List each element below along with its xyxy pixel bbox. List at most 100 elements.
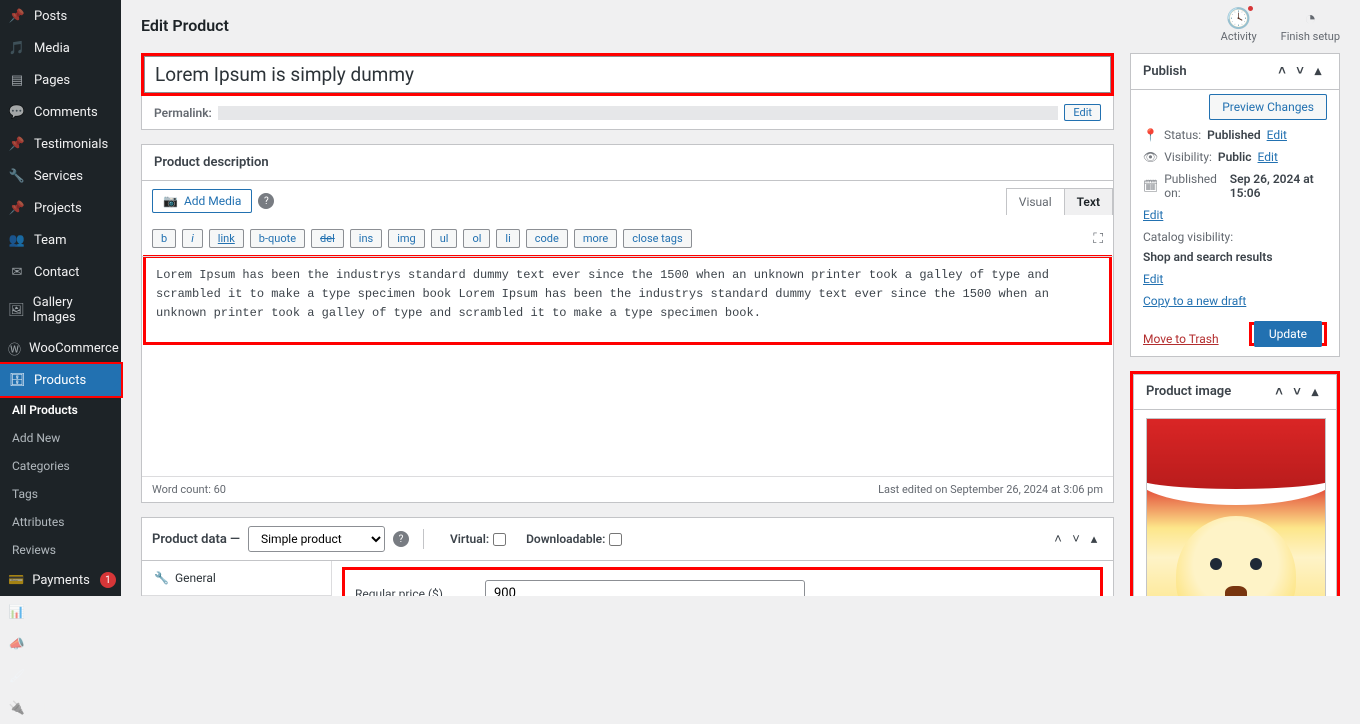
brush-icon: 🖌	[8, 667, 26, 685]
payments-badge: 1	[100, 572, 116, 588]
ul-button[interactable]: ul	[431, 229, 458, 248]
link-button[interactable]: link	[209, 229, 244, 248]
sidebar-item-services[interactable]: 🔧Services	[0, 160, 121, 192]
main-content: Edit Product 🕓Activity ◔Finish setup Per…	[121, 0, 1360, 596]
product-title-input[interactable]	[144, 56, 1111, 93]
sidebar-item-contact[interactable]: ✉Contact	[0, 256, 121, 288]
admin-sidebar: 📌Posts 🎵Media ▤Pages 💬Comments 📌Testimon…	[0, 0, 121, 596]
li-button[interactable]: li	[496, 229, 519, 248]
virtual-checkbox[interactable]	[493, 533, 506, 546]
published-on-edit-link[interactable]: Edit	[1143, 208, 1163, 222]
product-description-box: Product description 📷Add Media ? Visual …	[141, 144, 1114, 503]
comment-icon: 💬	[8, 103, 26, 121]
bquote-button[interactable]: b-quote	[250, 229, 305, 248]
fullscreen-icon[interactable]: ⛶	[1093, 231, 1103, 247]
help-icon[interactable]: ?	[258, 193, 274, 209]
chevron-down-icon[interactable]: ˅	[1288, 383, 1306, 401]
sidebar-item-tags[interactable]: Tags	[0, 480, 121, 508]
visual-tab[interactable]: Visual	[1006, 188, 1065, 215]
visibility-edit-link[interactable]: Edit	[1258, 150, 1278, 164]
triangle-icon[interactable]: ▴	[1309, 63, 1327, 81]
text-tab[interactable]: Text	[1065, 188, 1113, 215]
catalog-edit-link[interactable]: Edit	[1143, 272, 1163, 286]
product-image-panel: Product image ˄˅▴ ? Click the image to e…	[1133, 374, 1337, 597]
product-image-thumbnail[interactable]	[1146, 418, 1326, 596]
italic-button[interactable]: i	[182, 229, 203, 248]
camera-icon: 📷	[163, 194, 178, 208]
publish-panel: Publish ˄˅▴ Preview Changes 📍Status: Pub…	[1130, 53, 1340, 357]
downloadable-label: Downloadable:	[526, 532, 605, 546]
sidebar-item-pages[interactable]: ▤Pages	[0, 64, 121, 96]
sidebar-item-attributes[interactable]: Attributes	[0, 508, 121, 536]
preview-changes-button[interactable]: Preview Changes	[1209, 94, 1327, 120]
move-to-trash-link[interactable]: Move to Trash	[1143, 332, 1219, 346]
card-icon: 💳	[8, 571, 24, 589]
sidebar-item-all-products[interactable]: All Products	[0, 396, 121, 424]
general-tab[interactable]: 🔧General	[142, 561, 331, 596]
permalink-label: Permalink:	[154, 106, 212, 120]
calendar-icon: 🗓	[1143, 179, 1158, 193]
archive-icon: 🗄	[8, 371, 26, 389]
sidebar-item-projects[interactable]: 📌Projects	[0, 192, 121, 224]
close-tags-button[interactable]: close tags	[623, 229, 691, 248]
sidebar-item-testimonials[interactable]: 📌Testimonials	[0, 128, 121, 160]
sidebar-item-products[interactable]: 🗄Products	[0, 364, 121, 396]
sidebar-item-posts[interactable]: 📌Posts	[0, 0, 121, 32]
bold-button[interactable]: b	[152, 229, 176, 248]
del-button[interactable]: del	[311, 229, 344, 248]
chart-icon: 📊	[8, 603, 26, 621]
word-count: Word count: 60	[152, 483, 226, 496]
key-icon: 📍	[1143, 128, 1158, 142]
product-type-select[interactable]: Simple product	[248, 526, 385, 552]
img-button[interactable]: img	[388, 229, 425, 248]
sidebar-item-gallery[interactable]: 🖼Gallery Images	[0, 288, 121, 332]
regular-price-label: Regular price ($)	[355, 587, 445, 597]
sidebar-item-analytics[interactable]: 📊Analytics	[0, 596, 121, 628]
description-textarea[interactable]: Lorem Ipsum has been the industrys stand…	[146, 258, 1109, 338]
sidebar-item-reviews[interactable]: Reviews	[0, 536, 121, 564]
activity-icon: 🕓	[1221, 8, 1257, 28]
permalink-edit-button[interactable]: Edit	[1064, 104, 1101, 121]
code-button[interactable]: code	[526, 229, 568, 248]
update-button[interactable]: Update	[1254, 321, 1322, 347]
sidebar-item-woocommerce[interactable]: ⓌWooCommerce	[0, 332, 121, 364]
image-icon: 🖼	[8, 301, 25, 319]
pin-icon: 📌	[8, 7, 26, 25]
ins-button[interactable]: ins	[350, 229, 382, 248]
mail-icon: ✉	[8, 263, 26, 281]
sidebar-item-categories[interactable]: Categories	[0, 452, 121, 480]
product-data-box: Product data — Simple product ? Virtual:…	[141, 517, 1114, 596]
triangle-icon[interactable]: ▴	[1085, 530, 1103, 548]
chevron-down-icon[interactable]: ˅	[1291, 62, 1309, 80]
publish-heading: Publish	[1143, 64, 1187, 79]
chevron-up-icon[interactable]: ˄	[1049, 530, 1067, 548]
sidebar-item-plugins[interactable]: 🔌Plugins	[0, 692, 121, 724]
chevron-up-icon[interactable]: ˄	[1270, 383, 1288, 401]
copy-draft-link[interactable]: Copy to a new draft	[1143, 294, 1246, 308]
sidebar-item-media[interactable]: 🎵Media	[0, 32, 121, 64]
status-edit-link[interactable]: Edit	[1267, 128, 1287, 142]
pin-icon: 📌	[8, 135, 26, 153]
regular-price-input[interactable]	[485, 580, 805, 596]
sidebar-item-add-new[interactable]: Add New	[0, 424, 121, 452]
finish-setup-button[interactable]: ◔Finish setup	[1281, 8, 1340, 43]
chevron-down-icon[interactable]: ˅	[1067, 530, 1085, 548]
add-media-button[interactable]: 📷Add Media	[152, 189, 252, 213]
megaphone-icon: 📣	[8, 635, 26, 653]
ol-button[interactable]: ol	[463, 229, 490, 248]
description-heading: Product description	[154, 155, 269, 170]
sidebar-item-appearance[interactable]: 🖌Appearance	[0, 660, 121, 692]
help-icon[interactable]: ?	[393, 531, 409, 547]
page-icon: ▤	[8, 71, 26, 89]
downloadable-checkbox[interactable]	[609, 533, 622, 546]
activity-button[interactable]: 🕓Activity	[1221, 8, 1257, 43]
chevron-up-icon[interactable]: ˄	[1273, 62, 1291, 80]
sidebar-item-payments[interactable]: 💳Payments1	[0, 564, 121, 596]
triangle-icon[interactable]: ▴	[1306, 383, 1324, 401]
more-button[interactable]: more	[574, 229, 617, 248]
sidebar-item-marketing[interactable]: 📣Marketing	[0, 628, 121, 660]
sidebar-item-team[interactable]: 👥Team	[0, 224, 121, 256]
last-edited: Last edited on September 26, 2024 at 3:0…	[878, 483, 1103, 496]
sidebar-item-comments[interactable]: 💬Comments	[0, 96, 121, 128]
pin-icon: 📌	[8, 199, 26, 217]
